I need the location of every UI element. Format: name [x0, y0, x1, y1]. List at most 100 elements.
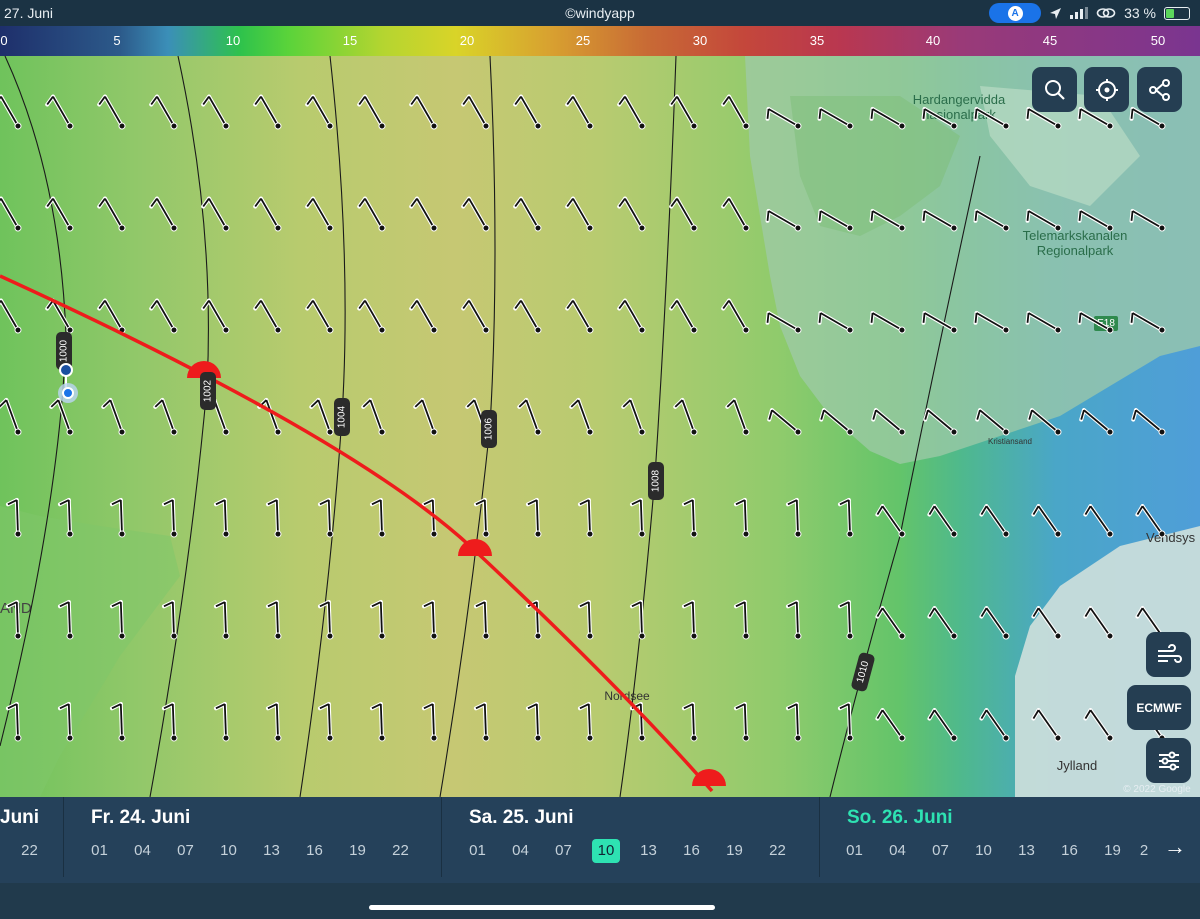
wind-barb	[201, 94, 230, 130]
hour-button[interactable]: 04	[499, 839, 542, 863]
wind-barb	[161, 702, 178, 742]
hour-button[interactable]: 22	[8, 839, 51, 863]
wind-barb	[57, 600, 74, 640]
location-arrow-icon	[1050, 7, 1062, 19]
wind-barb	[577, 702, 594, 742]
wind-barb	[725, 398, 750, 436]
hour-button[interactable]: 01	[833, 839, 876, 863]
wind-icon	[1157, 643, 1182, 663]
day-label-sun[interactable]: So. 26. Juni	[847, 807, 953, 829]
hour-button[interactable]: 04	[876, 839, 919, 863]
wind-barb	[357, 196, 386, 232]
wind-layer-button[interactable]	[1146, 632, 1191, 677]
settings-button[interactable]	[1146, 738, 1191, 783]
hour-button[interactable]: 10	[207, 839, 250, 863]
scale-tick: 30	[692, 33, 708, 48]
hour-button[interactable]: 13	[1005, 839, 1048, 863]
hour-button-selected[interactable]: 10	[592, 839, 620, 863]
hours-sat: 01 04 07 10 13 16 19 22	[456, 839, 799, 863]
storm-track-line	[0, 274, 714, 793]
wind-barb	[1131, 408, 1166, 436]
wind-barb	[577, 600, 594, 640]
wind-barb	[565, 94, 594, 130]
search-button[interactable]	[1032, 67, 1077, 112]
wind-barb	[517, 398, 542, 436]
hour-button[interactable]: 16	[293, 839, 336, 863]
wind-barb	[421, 600, 438, 640]
storm-marker	[692, 769, 726, 786]
wind-barb	[109, 600, 126, 640]
wind-barb	[1079, 408, 1114, 436]
hour-button[interactable]: 10	[962, 839, 1005, 863]
day-label-fri[interactable]: Fr. 24. Juni	[91, 807, 190, 829]
status-icons: A 33 %	[989, 3, 1190, 23]
wind-barb	[617, 94, 646, 130]
wind-barb	[837, 498, 854, 538]
scale-tick: 10	[225, 33, 241, 48]
wind-barb	[1025, 209, 1062, 232]
hour-button[interactable]: 22	[756, 839, 799, 863]
wind-barb	[765, 311, 802, 334]
wind-barb	[927, 606, 958, 640]
hour-button[interactable]: 19	[336, 839, 379, 863]
wind-barb	[875, 708, 906, 742]
hour-button[interactable]: 16	[670, 839, 713, 863]
hour-button[interactable]: 01	[456, 839, 499, 863]
day-label-sat[interactable]: Sa. 25. Juni	[469, 807, 574, 829]
battery-percent: 33 %	[1124, 5, 1156, 21]
location-marker-icon	[58, 363, 78, 403]
wind-barb	[109, 498, 126, 538]
wind-barb	[409, 196, 438, 232]
wind-barb	[817, 311, 854, 334]
wind-map[interactable]: Hardangervidda nasjonalpark Telemarkskan…	[0, 56, 1200, 797]
wind-barb	[785, 600, 802, 640]
hours-prev: 22	[8, 839, 51, 863]
wind-barb	[317, 498, 334, 538]
wind-barb	[309, 398, 334, 436]
wind-barb	[109, 702, 126, 742]
wind-barb	[1083, 504, 1114, 538]
isobar-label: 1000	[59, 339, 70, 362]
wind-barb	[369, 702, 386, 742]
wind-barb	[869, 209, 906, 232]
route-icon	[1148, 78, 1170, 101]
route-button[interactable]	[1137, 67, 1182, 112]
locate-button[interactable]	[1084, 67, 1129, 112]
wind-barb	[733, 498, 750, 538]
hour-button[interactable]: 13	[627, 839, 670, 863]
hour-button[interactable]: 19	[713, 839, 756, 863]
status-bar: 27. Juni ©windyapp A 33 %	[0, 0, 1200, 26]
wind-barb	[681, 600, 698, 640]
day-label-prev[interactable]: Juni	[0, 807, 39, 829]
hour-button[interactable]: 19	[1091, 839, 1134, 863]
hour-button[interactable]: 07	[919, 839, 962, 863]
wind-barb	[1031, 708, 1062, 742]
wind-barb	[1083, 708, 1114, 742]
timeline-panel[interactable]: Juni 22 Fr. 24. Juni 01 04 07 10 13 16 1…	[0, 797, 1200, 883]
hour-button[interactable]: 04	[121, 839, 164, 863]
isobar-label: 1004	[337, 405, 348, 428]
hour-button[interactable]: 13	[250, 839, 293, 863]
wind-barb	[45, 94, 74, 130]
wind-barb	[49, 398, 74, 436]
hour-button[interactable]: 22	[379, 839, 422, 863]
wind-barb	[305, 196, 334, 232]
wind-barb	[721, 94, 750, 130]
wind-barb	[361, 398, 386, 436]
wind-barb	[733, 702, 750, 742]
day-divider	[441, 797, 442, 877]
hour-button[interactable]: 16	[1048, 839, 1091, 863]
next-arrow-icon[interactable]: →	[1150, 827, 1200, 867]
wind-barb	[975, 408, 1010, 436]
wind-barb	[973, 209, 1010, 232]
hour-button[interactable]: 07	[164, 839, 207, 863]
wind-barb	[923, 408, 958, 436]
hour-button[interactable]: 01	[78, 839, 121, 863]
model-button[interactable]: ECMWF	[1127, 685, 1191, 730]
location-pill[interactable]: A	[989, 3, 1042, 23]
home-indicator[interactable]	[369, 905, 715, 910]
wind-barb	[317, 702, 334, 742]
hour-button[interactable]: 07	[542, 839, 585, 863]
wind-barb	[357, 94, 386, 130]
wind-barb	[921, 107, 958, 130]
